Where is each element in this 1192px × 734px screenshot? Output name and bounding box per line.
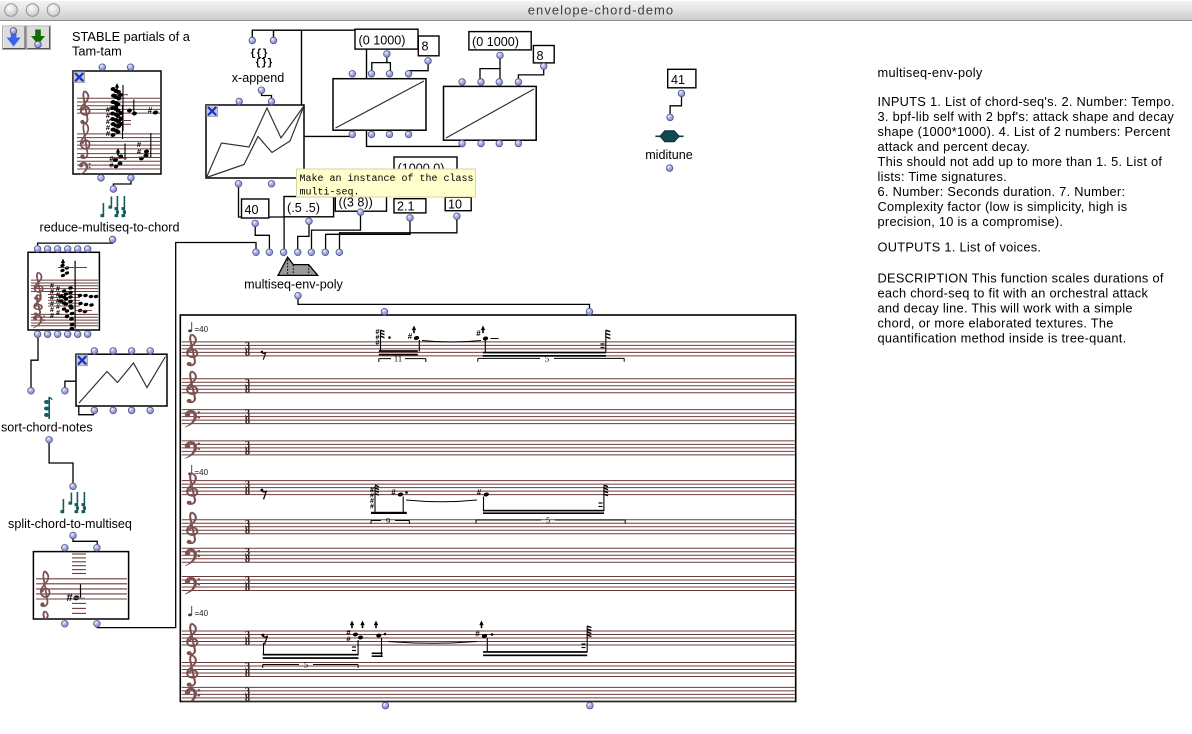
svg-text:=40: =40 [195, 325, 209, 334]
svg-text:(0 1000): (0 1000) [472, 35, 519, 49]
svg-text:envelope-chord-demo: envelope-chord-demo [528, 3, 674, 18]
svg-text:11: 11 [394, 354, 402, 364]
svg-text:precision, 10 is a compromise): precision, 10 is a compromise). [878, 214, 1064, 229]
svg-text:quantification method inside i: quantification method inside is tree-qua… [878, 331, 1127, 346]
svg-text:lists: Time signatures.: lists: Time signatures. [878, 169, 1007, 184]
svg-text:8: 8 [537, 49, 544, 63]
svg-text:(.5 .5): (.5 .5) [287, 201, 320, 215]
svg-text:8: 8 [245, 385, 250, 396]
svg-text:8: 8 [245, 526, 250, 537]
svg-text:x-append: x-append [232, 71, 285, 85]
svg-text:#: # [476, 329, 481, 338]
svg-text:This should not add up to more: This should not add up to more than 1. 5… [878, 154, 1163, 169]
svg-text:8: 8 [245, 486, 250, 497]
svg-text:#: # [475, 630, 480, 639]
svg-text:#: # [376, 340, 380, 347]
svg-text:3. bpf-lib self with 2 bpf's:: 3. bpf-lib self with 2 bpf's: attack sha… [878, 109, 1175, 124]
svg-text:#: # [56, 310, 60, 317]
svg-text:multiseq-env-poly: multiseq-env-poly [878, 65, 983, 80]
svg-text:5: 5 [545, 353, 549, 363]
svg-text:#: # [66, 592, 72, 604]
svg-text:8: 8 [245, 554, 250, 565]
svg-text:8: 8 [245, 582, 250, 593]
svg-text:8: 8 [245, 348, 250, 359]
svg-text:DESCRIPTION This function scal: DESCRIPTION This function scales duratio… [878, 271, 1164, 286]
svg-text:each chord-seq to fit with an: each chord-seq to fit with an orchestral… [878, 286, 1149, 301]
svg-text:#: # [148, 106, 153, 115]
svg-text:Tam-tam: Tam-tam [72, 44, 122, 59]
svg-text:8: 8 [245, 668, 250, 679]
svg-text:9: 9 [386, 516, 390, 526]
svg-text:shape (1000*1000). 4. List of: shape (1000*1000). 4. List of 2 numbers:… [878, 124, 1171, 139]
svg-text:#: # [391, 488, 396, 497]
svg-text:8: 8 [245, 447, 250, 458]
svg-text:5: 5 [546, 515, 550, 525]
svg-text:41: 41 [671, 73, 685, 87]
svg-text:8: 8 [245, 637, 250, 648]
svg-text:#: # [408, 332, 413, 341]
svg-text:reduce-multiseq-to-chord: reduce-multiseq-to-chord [40, 221, 180, 235]
svg-text:INPUTS 1. List of chord-seq's.: INPUTS 1. List of chord-seq's. 2. Number… [878, 94, 1175, 109]
svg-text:#: # [50, 313, 54, 320]
svg-text:STABLE partials of a: STABLE partials of a [72, 29, 191, 44]
svg-text:5: 5 [304, 660, 308, 670]
svg-text:#: # [370, 504, 374, 511]
svg-text:multiseq-env-poly: multiseq-env-poly [244, 278, 343, 292]
svg-text:40: 40 [245, 203, 259, 217]
svg-text:#: # [477, 488, 482, 497]
svg-text:split-chord-to-multiseq: split-chord-to-multiseq [8, 517, 132, 531]
svg-text:attack and percent decay.: attack and percent decay. [878, 139, 1031, 154]
svg-text:OUTPUTS 1. List of voices.: OUTPUTS 1. List of voices. [878, 240, 1042, 255]
svg-text:=40: =40 [195, 468, 209, 477]
svg-text:=40: =40 [195, 609, 209, 618]
svg-text:chord, or more elaborated text: chord, or more elaborated textures. The [878, 316, 1114, 331]
svg-text:Make an instance of the class: Make an instance of the class [300, 173, 474, 185]
svg-text:(0 1000): (0 1000) [359, 34, 406, 48]
svg-text:{}}: {}} [255, 57, 273, 69]
svg-text:and decay line. This will work: and decay line. This will work with a si… [878, 301, 1133, 316]
svg-text:2.1: 2.1 [397, 200, 415, 214]
svg-text:8: 8 [245, 415, 250, 426]
svg-text:8: 8 [422, 40, 429, 54]
svg-text:miditune: miditune [645, 148, 693, 162]
svg-text:multi-seq.: multi-seq. [300, 187, 360, 199]
svg-text:Complexity factor (low is simp: Complexity factor (low is simplicity, hi… [878, 199, 1128, 214]
svg-text:6. Number: Seconds duration. 7: 6. Number: Seconds duration. 7. Number: [878, 184, 1126, 199]
svg-text:sort-chord-notes: sort-chord-notes [1, 421, 93, 435]
svg-text:10: 10 [448, 198, 462, 212]
